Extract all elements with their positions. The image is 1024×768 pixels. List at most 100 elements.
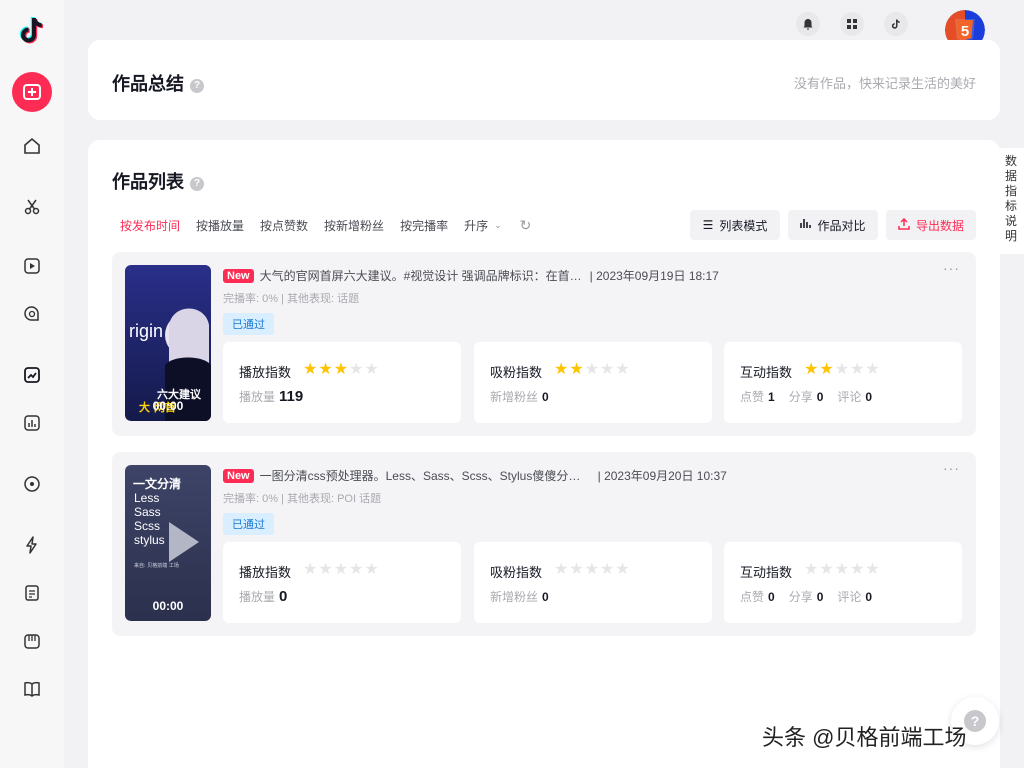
scissors-icon[interactable] <box>22 197 42 217</box>
star-icon: ★ <box>615 561 631 578</box>
star-icon: ★ <box>819 561 835 578</box>
fans-index-title: 吸粉指数 <box>490 365 543 380</box>
more-options-icon[interactable]: ··· <box>943 460 960 476</box>
star-icon: ★ <box>850 361 866 378</box>
status-badge: 已通过 <box>223 313 274 335</box>
lightning-icon[interactable] <box>22 535 42 555</box>
list-title: 作品列表? <box>112 168 204 194</box>
export-data-button[interactable]: 导出数据 <box>886 210 976 240</box>
data-report-icon[interactable] <box>22 413 42 433</box>
interaction-stats: 点赞 0 分享 0 评论 0 <box>740 588 886 605</box>
compare-button[interactable]: 作品对比 <box>788 210 878 240</box>
list-mode-button[interactable]: ☰ 列表模式 <box>690 210 780 240</box>
sort-by-new-fans[interactable]: 按新增粉丝 <box>324 217 384 234</box>
sort-by-completion[interactable]: 按完播率 <box>400 217 448 234</box>
shares-label: 分享 <box>788 390 813 404</box>
star-icon: ★ <box>303 361 319 378</box>
more-options-icon[interactable]: ··· <box>943 260 960 276</box>
interaction-index-title: 互动指数 <box>740 565 793 580</box>
likes-label: 点赞 <box>740 590 765 604</box>
likes-value: 0 <box>768 590 775 604</box>
star-icon: ★ <box>318 361 334 378</box>
refresh-icon[interactable]: ↻ <box>520 217 532 234</box>
chevron-down-icon[interactable]: ⌄ <box>494 220 502 231</box>
analytics-chart-icon[interactable] <box>22 365 42 385</box>
play-index-card: 播放指数 ★★★★★ 播放量 0 <box>223 542 461 623</box>
star-icon: ★ <box>834 561 851 578</box>
sort-by-publish-time[interactable]: 按发布时间 <box>120 217 180 234</box>
bar-chart-icon <box>800 218 812 232</box>
fans-index-title: 吸粉指数 <box>490 565 543 580</box>
star-icon: ★ <box>600 361 616 378</box>
star-icon: ★ <box>569 361 585 378</box>
interaction-index-stars: ★★★★★ <box>804 359 881 379</box>
help-icon[interactable]: ? <box>190 177 204 191</box>
comments-value: 0 <box>865 590 873 604</box>
new-badge: New <box>223 268 254 283</box>
video-title[interactable]: 大气的官网首屏六大建议。#视觉设计 强调品牌标识：在首… <box>260 267 582 284</box>
comment-search-icon[interactable] <box>22 304 42 324</box>
new-fans: 新增粉丝 0 <box>490 388 563 405</box>
play-index-title: 播放指数 <box>239 365 292 380</box>
fans-index-stars: ★★★★★ <box>554 559 631 579</box>
circle-target-icon[interactable] <box>22 474 42 494</box>
export-label: 导出数据 <box>915 218 964 233</box>
export-icon <box>898 217 910 233</box>
video-play-icon[interactable] <box>22 256 42 276</box>
book-icon[interactable] <box>22 679 42 699</box>
publish-date: | 2023年09月19日 18:17 <box>589 269 719 283</box>
document-icon[interactable] <box>22 583 42 603</box>
thumbnail-image: 一文分清 Less Sass Scss stylus 来自: 贝格前端 工场 <box>125 465 211 621</box>
star-icon: ★ <box>333 561 350 578</box>
new-fans-label: 新增粉丝 <box>490 390 539 404</box>
video-thumbnail[interactable]: 一文分清 Less Sass Scss stylus 来自: 贝格前端 工场 0… <box>125 465 211 621</box>
video-list-item[interactable]: 一文分清 Less Sass Scss stylus 来自: 贝格前端 工场 0… <box>112 452 976 636</box>
help-icon[interactable]: ? <box>190 79 204 93</box>
likes-label: 点赞 <box>740 390 765 404</box>
summary-title: 作品总结? <box>112 70 204 96</box>
star-icon: ★ <box>834 361 851 378</box>
interaction-index-title: 互动指数 <box>740 365 793 380</box>
star-icon: ★ <box>333 361 350 378</box>
play-count: 播放量 0 <box>239 588 301 605</box>
video-list-item[interactable]: rigin 六大建议 大 网首 00:00 New 大气的官网首屏六大建议。#视… <box>112 252 976 436</box>
fans-index-stars: ★★★★★ <box>554 359 631 379</box>
thumb-text: Less <box>134 491 159 505</box>
video-title[interactable]: 一图分清css预处理器。Less、Sass、Scss、Stylus傻傻分不… <box>260 467 590 484</box>
play-count-value: 0 <box>279 588 288 605</box>
play-count-value: 119 <box>279 388 304 405</box>
sort-order-select[interactable]: 升序 <box>464 217 488 234</box>
upload-button[interactable] <box>12 72 52 112</box>
list-mode-label: 列表模式 <box>719 218 768 233</box>
douyin-icon <box>891 19 900 29</box>
new-fans-value: 0 <box>542 590 549 604</box>
sort-by-likes[interactable]: 按点赞数 <box>260 217 308 234</box>
fans-index-card: 吸粉指数 ★★★★★ 新增粉丝 0 <box>474 342 712 423</box>
store-icon[interactable] <box>22 631 42 651</box>
publish-date: | 2023年09月20日 10:37 <box>597 469 727 483</box>
star-icon: ★ <box>615 361 631 378</box>
star-icon: ★ <box>569 561 585 578</box>
metrics-explanation-tab[interactable]: 数据指标说明 <box>998 148 1024 254</box>
thumb-text: 一文分清 <box>133 476 181 491</box>
star-icon: ★ <box>804 361 820 378</box>
new-fans-value: 0 <box>542 390 549 404</box>
comments-label: 评论 <box>837 390 862 404</box>
metrics-explanation-label: 数据指标说明 <box>1004 154 1017 243</box>
play-index-stars: ★★★★★ <box>303 559 380 579</box>
play-index-title: 播放指数 <box>239 565 292 580</box>
video-duration: 00:00 <box>152 599 184 613</box>
home-icon[interactable] <box>22 136 42 156</box>
douyin-logo-icon[interactable] <box>16 14 48 46</box>
thumb-text: rigin <box>129 321 163 341</box>
play-index-card: 播放指数 ★★★★★ 播放量 119 <box>223 342 461 423</box>
sort-by-plays[interactable]: 按播放量 <box>196 217 244 234</box>
comments-label: 评论 <box>837 590 862 604</box>
new-fans-label: 新增粉丝 <box>490 590 539 604</box>
compare-label: 作品对比 <box>817 218 866 233</box>
play-index-stars: ★★★★★ <box>303 359 380 379</box>
video-thumbnail[interactable]: rigin 六大建议 大 网首 00:00 <box>125 265 211 421</box>
thumb-text: stylus <box>134 533 165 547</box>
item-header: New 大气的官网首屏六大建议。#视觉设计 强调品牌标识：在首… | 2023年… <box>223 267 719 284</box>
sidebar <box>0 0 64 768</box>
